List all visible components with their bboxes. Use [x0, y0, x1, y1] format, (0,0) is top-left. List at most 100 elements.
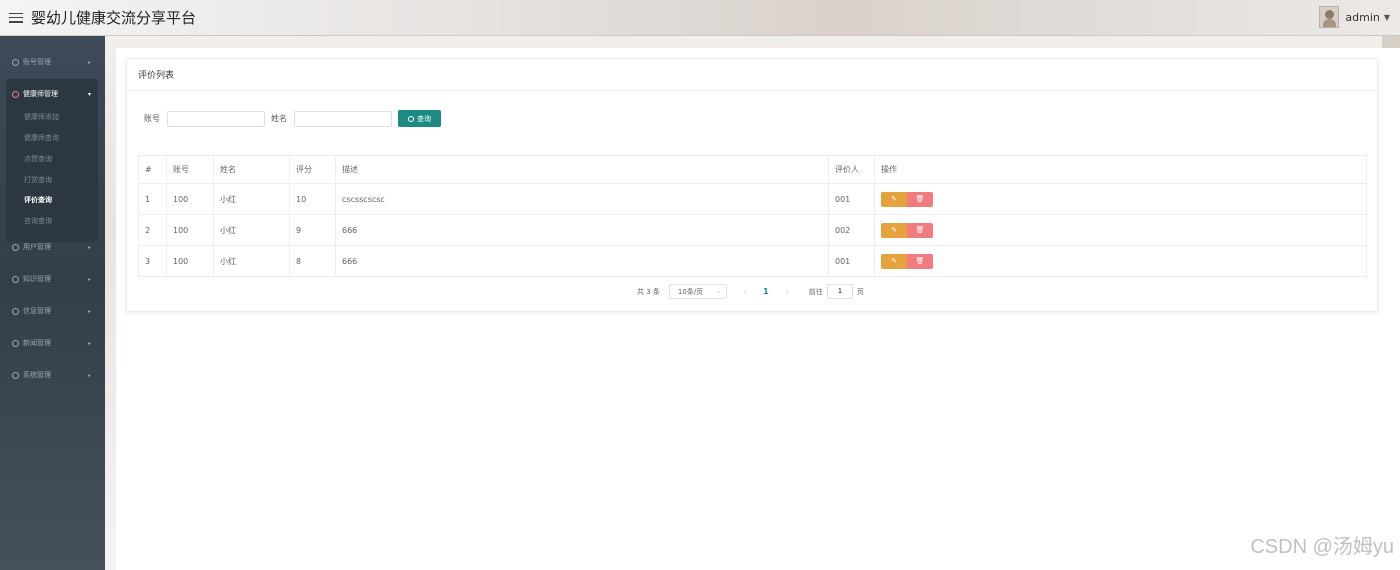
- account-input[interactable]: [167, 110, 265, 127]
- user-menu[interactable]: admin ▼: [1319, 6, 1390, 28]
- table-cell: 小红: [213, 214, 290, 246]
- trash-icon: 🗑: [915, 196, 925, 203]
- table-row: 3 100 小红 8 666 001 ✎ 🗑: [138, 245, 1367, 277]
- avatar[interactable]: [1319, 6, 1340, 28]
- table-header-row: # 账号 姓名 评分 描述 评价人 操作: [138, 155, 1367, 184]
- user-icon: [12, 243, 19, 251]
- watermark: CSDN @汤姆yu: [1250, 536, 1394, 558]
- user-icon: [12, 90, 19, 98]
- table-cell: 2: [138, 214, 167, 246]
- table-cell: 9: [289, 214, 336, 246]
- sidebar-item-info[interactable]: 信息管理 ▸: [0, 302, 105, 320]
- top-header: 婴幼儿健康交流分享平台 admin ▼: [0, 0, 1400, 36]
- total-count: 共 3 条: [637, 287, 660, 296]
- goto-label: 前往: [808, 287, 823, 296]
- edit-button[interactable]: ✎: [881, 222, 907, 238]
- search-button-label: 查询: [417, 115, 431, 123]
- table-cell-actions: ✎ 🗑: [874, 245, 1367, 277]
- name-input[interactable]: [294, 110, 392, 127]
- edit-button[interactable]: ✎: [881, 253, 907, 269]
- column-header: 操作: [874, 155, 1367, 184]
- table-cell: 8: [289, 245, 336, 277]
- chevron-down-icon: ▾: [87, 90, 91, 98]
- chevron-right-icon: ▸: [87, 371, 91, 379]
- sidebar-subitem-advisor-add[interactable]: 健康师添加: [24, 112, 59, 122]
- search-form: 账号 姓名 查询: [144, 110, 441, 127]
- sidebar-item-label: 用户管理: [23, 243, 51, 251]
- search-button[interactable]: 查询: [398, 110, 441, 127]
- card-title: 评价列表: [127, 59, 1377, 91]
- sidebar-item-user[interactable]: 用户管理 ▸: [0, 238, 105, 256]
- app-title: 婴幼儿健康交流分享平台: [31, 9, 197, 27]
- column-header: 评分: [289, 155, 336, 184]
- column-header: 账号: [166, 155, 214, 184]
- column-header: 描述: [335, 155, 829, 184]
- column-header: 评价人: [828, 155, 875, 184]
- sidebar-item-label: 系统管理: [23, 371, 51, 379]
- table-cell-actions: ✎ 🗑: [874, 183, 1367, 215]
- table-cell: 001: [828, 183, 875, 215]
- delete-button[interactable]: 🗑: [907, 222, 933, 238]
- sidebar-item-account[interactable]: 账号管理 ▸: [0, 53, 105, 71]
- hamburger-menu-icon[interactable]: [9, 12, 23, 23]
- current-page[interactable]: 1: [763, 287, 769, 296]
- table-cell: 3: [138, 245, 167, 277]
- next-page-button[interactable]: ›: [786, 287, 789, 296]
- sidebar-item-system[interactable]: 系统管理 ▸: [0, 366, 105, 384]
- sidebar-subitem-review-query[interactable]: 评价查询: [24, 195, 52, 205]
- chevron-right-icon: ▸: [87, 339, 91, 347]
- table-cell: 100: [166, 214, 214, 246]
- sidebar-item-news[interactable]: 新闻管理 ▸: [0, 334, 105, 352]
- sidebar-item-label: 新闻管理: [23, 339, 51, 347]
- page-size-value: 10条/页: [677, 287, 704, 296]
- sidebar-item-label: 账号管理: [23, 58, 51, 66]
- page-suffix: 页: [856, 287, 864, 296]
- edit-button[interactable]: ✎: [881, 191, 907, 207]
- trash-icon: 🗑: [915, 258, 925, 265]
- user-icon: [12, 307, 19, 315]
- table-cell: cscsscscsc: [335, 183, 829, 215]
- user-icon: [12, 58, 19, 66]
- page-size-select[interactable]: 10条/页 ⌄: [668, 284, 727, 299]
- sidebar: 账号管理 ▸ 健康师管理 ▾ 健康师添加 健康师查询 点赞查询 打赏查询 评价查…: [0, 36, 105, 570]
- table-cell-actions: ✎ 🗑: [874, 214, 1367, 246]
- chevron-right-icon: ▸: [87, 243, 91, 251]
- caret-down-icon[interactable]: ▼: [1384, 13, 1390, 22]
- search-icon: [408, 115, 414, 122]
- sidebar-subitem-advisor-query[interactable]: 健康师查询: [24, 133, 59, 143]
- table-row: 2 100 小红 9 666 002 ✎ 🗑: [138, 214, 1367, 246]
- main-content: 评价列表 账号 姓名 查询 # 账号 姓名 评分 描述 评价人 操作 1 100…: [116, 48, 1400, 570]
- sidebar-item-health-advisor[interactable]: 健康师管理 ▾: [0, 85, 105, 103]
- sidebar-subitem-like-query[interactable]: 点赞查询: [24, 154, 52, 164]
- account-label: 账号: [144, 114, 160, 123]
- chevron-down-icon: ⌄: [715, 288, 721, 295]
- chevron-right-icon: ▸: [87, 307, 91, 315]
- delete-button[interactable]: 🗑: [907, 253, 933, 269]
- sidebar-subitem-tip-query[interactable]: 打赏查询: [24, 175, 52, 185]
- column-header: #: [138, 155, 167, 184]
- delete-button[interactable]: 🗑: [907, 191, 933, 207]
- table-cell: 100: [166, 245, 214, 277]
- table-cell: 小红: [213, 245, 290, 277]
- table-cell: 666: [335, 214, 829, 246]
- table-cell: 001: [828, 245, 875, 277]
- table-row: 1 100 小红 10 cscsscscsc 001 ✎ 🗑: [138, 183, 1367, 215]
- sidebar-item-label: 知识管理: [23, 275, 51, 283]
- edit-icon: ✎: [891, 196, 897, 203]
- goto-page-input[interactable]: [826, 284, 853, 299]
- table-cell: 100: [166, 183, 214, 215]
- sidebar-item-label: 健康师管理: [23, 90, 58, 98]
- sidebar-subitem-consult-query[interactable]: 咨询查询: [24, 216, 52, 226]
- review-table: # 账号 姓名 评分 描述 评价人 操作 1 100 小红 10 cscsscs…: [138, 155, 1367, 277]
- chevron-right-icon: ▸: [87, 58, 91, 66]
- sidebar-item-knowledge[interactable]: 知识管理 ▸: [0, 270, 105, 288]
- table-cell: 10: [289, 183, 336, 215]
- user-icon: [12, 275, 19, 283]
- review-list-card: 评价列表 账号 姓名 查询 # 账号 姓名 评分 描述 评价人 操作 1 100…: [126, 58, 1378, 312]
- prev-page-button[interactable]: ‹: [744, 287, 747, 296]
- column-header: 姓名: [213, 155, 290, 184]
- user-name[interactable]: admin: [1345, 11, 1379, 24]
- name-label: 姓名: [271, 114, 287, 123]
- edit-icon: ✎: [891, 227, 897, 234]
- chevron-right-icon: ▸: [87, 275, 91, 283]
